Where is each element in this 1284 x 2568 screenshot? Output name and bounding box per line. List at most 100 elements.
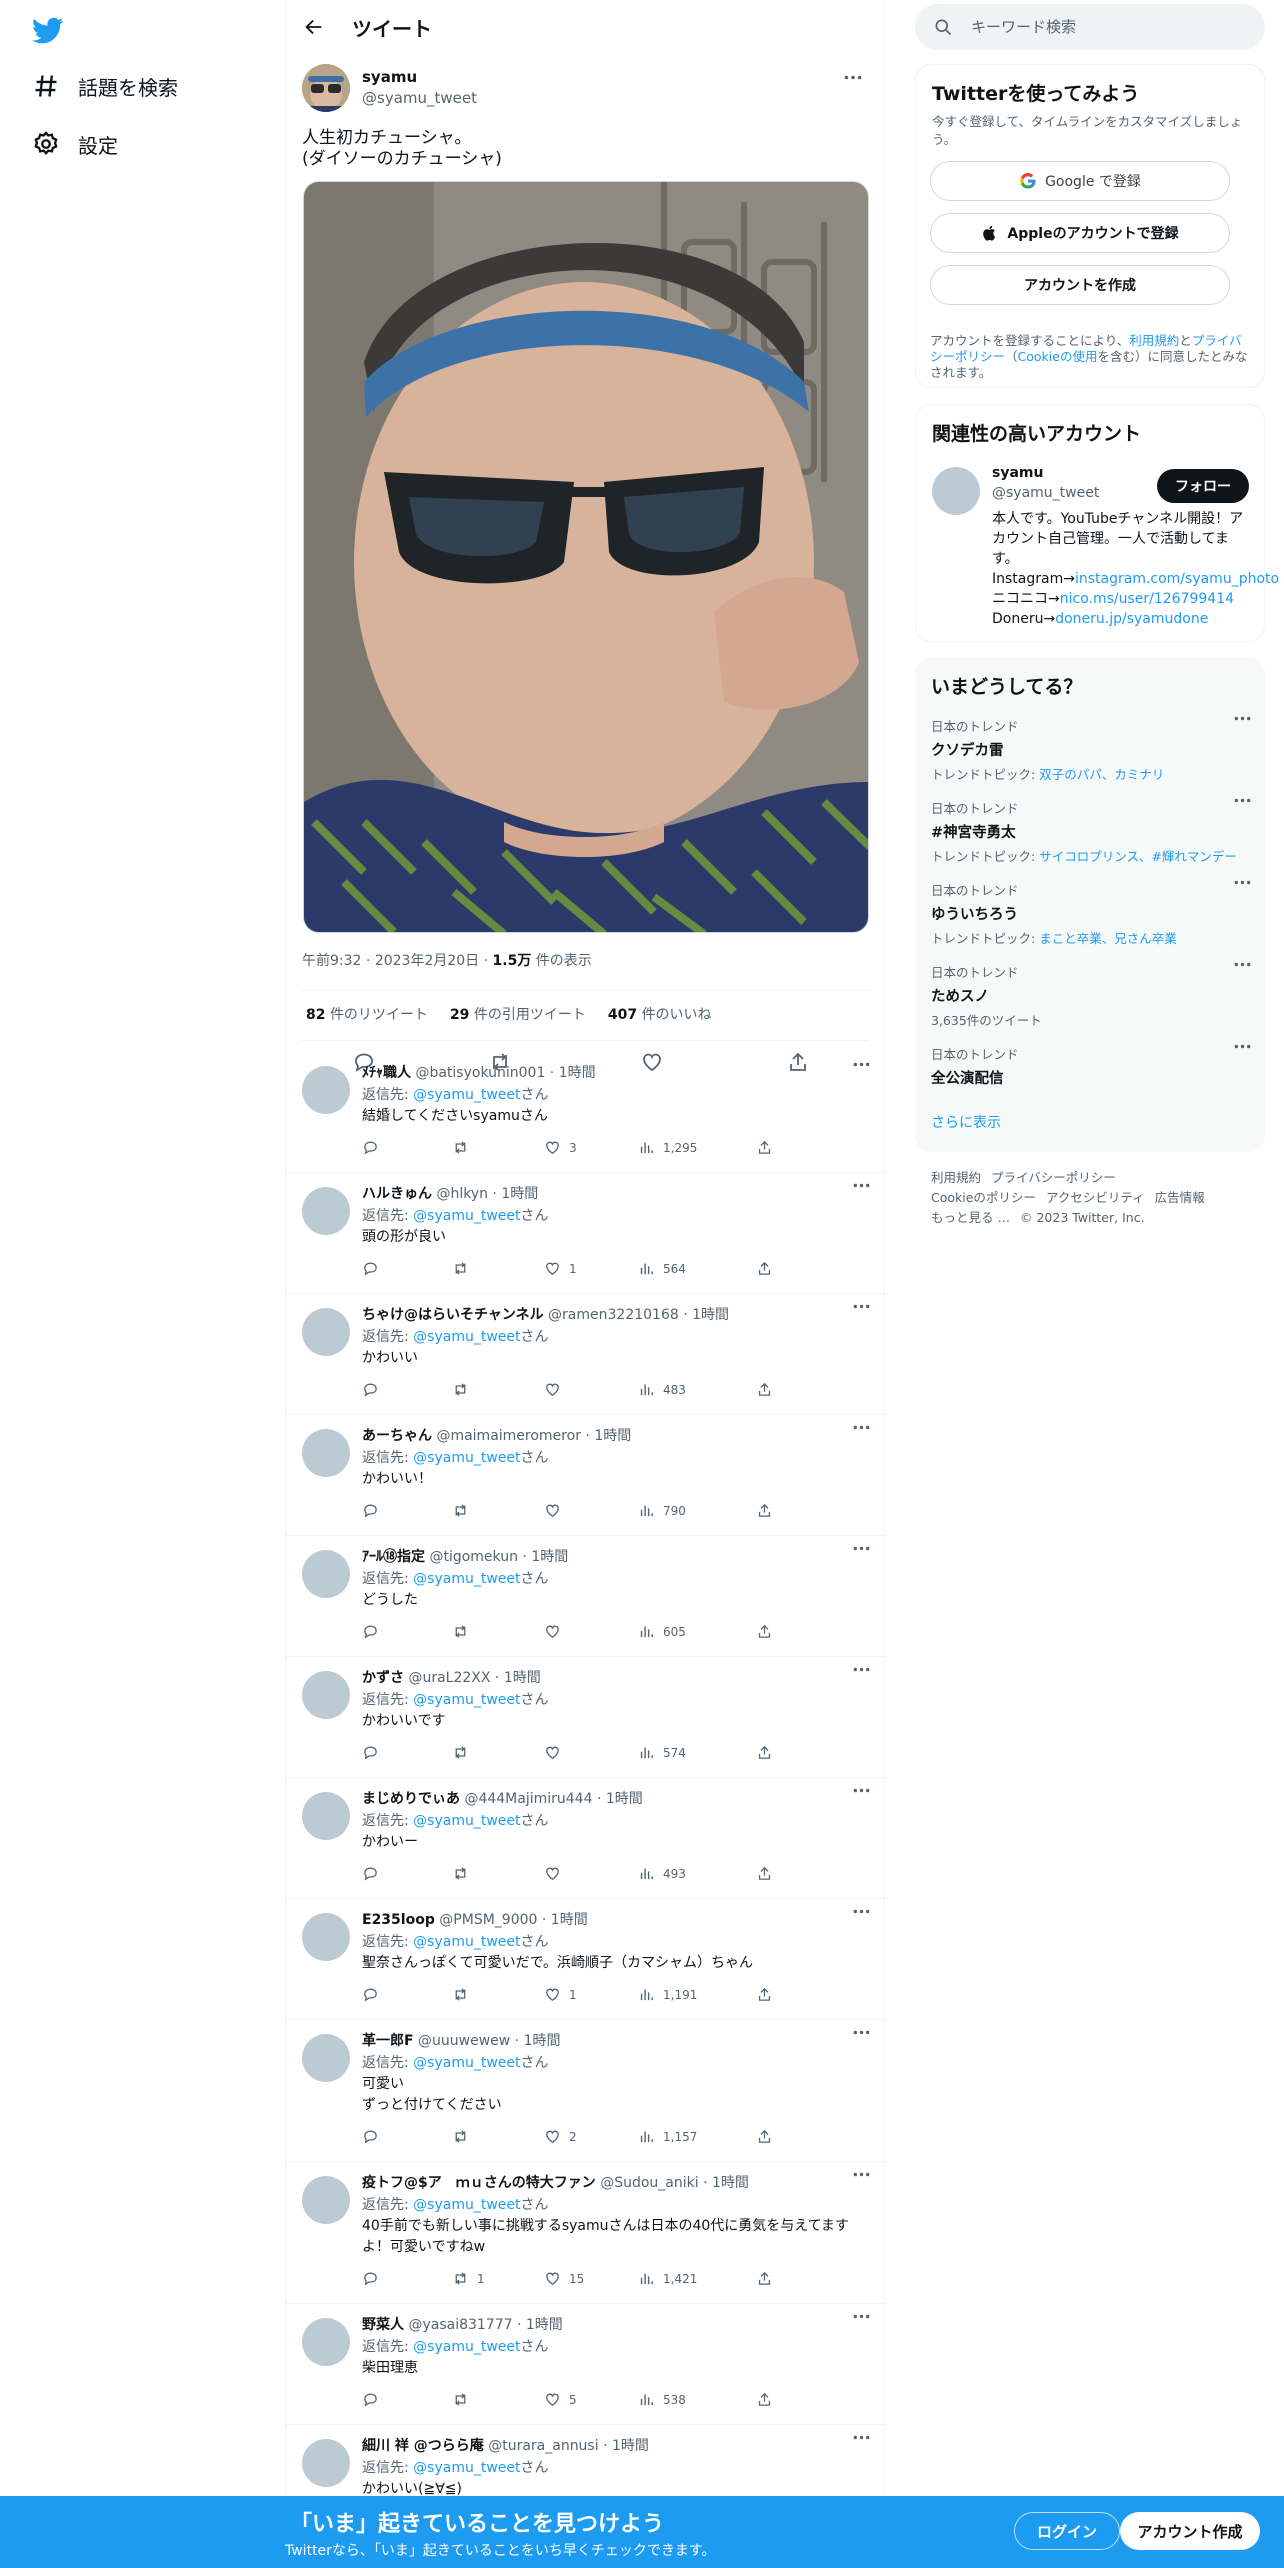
reply-time[interactable]: 1時間 bbox=[531, 1549, 568, 1565]
search-input[interactable] bbox=[971, 18, 1251, 36]
share-button[interactable] bbox=[756, 1986, 781, 2003]
reply-button[interactable] bbox=[362, 1623, 387, 1640]
reply-time[interactable]: 1時間 bbox=[551, 1912, 588, 1928]
bio-link-nico[interactable]: nico.ms/user/126799414 bbox=[1060, 591, 1234, 607]
nav-settings[interactable]: 設定 bbox=[32, 124, 118, 164]
trend-item[interactable]: 日本のトレンド 全公演配信 bbox=[931, 1044, 1251, 1088]
views-button[interactable]: 493 bbox=[638, 1865, 686, 1882]
retweet-button[interactable] bbox=[452, 1865, 477, 1882]
reply-author-handle[interactable]: @hlkyn bbox=[436, 1186, 488, 1202]
share-button[interactable] bbox=[756, 2270, 781, 2287]
more-options-icon[interactable] bbox=[853, 2030, 870, 2035]
reply-author-handle[interactable]: @uuuwewew bbox=[418, 2033, 510, 2049]
google-signup-button[interactable]: Google で登録 bbox=[930, 161, 1230, 201]
signup-button[interactable]: アカウント作成 bbox=[1120, 2512, 1260, 2550]
reply-button[interactable] bbox=[362, 1502, 387, 1519]
retweets-stat[interactable]: 82 件のリツイート bbox=[306, 1004, 428, 1024]
author-avatar[interactable] bbox=[302, 64, 350, 112]
reply-time[interactable]: 1時間 bbox=[504, 1670, 541, 1686]
reply-time[interactable]: 1時間 bbox=[692, 1307, 729, 1323]
avatar[interactable] bbox=[932, 467, 980, 515]
reply-item[interactable]: まじめりでぃあ @444Majimiru444 · 1時間 返信先: @syamu… bbox=[286, 1778, 886, 1899]
reply-author-handle[interactable]: @tigomekun bbox=[429, 1549, 518, 1565]
share-button[interactable] bbox=[756, 1744, 781, 1761]
views-button[interactable]: 574 bbox=[638, 1744, 686, 1761]
reply-to-link[interactable]: @syamu_tweet bbox=[413, 1692, 520, 1708]
reply-author-name[interactable]: ﾒﾁｬ職人 bbox=[362, 1065, 411, 1081]
reply-item[interactable]: かずさ @uraL22XX · 1時間 返信先: @syamu_tweetさん かわ… bbox=[286, 1657, 886, 1778]
reply-author-name[interactable]: E235loop bbox=[362, 1912, 435, 1928]
account-name[interactable]: syamu bbox=[992, 465, 1043, 481]
share-button[interactable] bbox=[756, 1502, 781, 1519]
avatar[interactable] bbox=[302, 1066, 350, 1114]
like-button[interactable] bbox=[544, 1502, 569, 1519]
like-button[interactable]: 1 bbox=[544, 1260, 577, 1277]
tweet-time[interactable]: 午前9:32 bbox=[302, 953, 361, 969]
reply-to-link[interactable]: @syamu_tweet bbox=[413, 1450, 520, 1466]
terms-link[interactable]: 利用規約 bbox=[1129, 333, 1179, 348]
retweet-button[interactable]: 1 bbox=[452, 2270, 485, 2287]
trend-item[interactable]: 日本のトレンド #神宮寺勇太 トレンドトピック: サイコロプリンス、#輝れマンデー bbox=[931, 798, 1251, 865]
trends-show-more-link[interactable]: さらに表示 bbox=[931, 1112, 1001, 1132]
more-options-icon[interactable] bbox=[853, 1788, 870, 1793]
avatar[interactable] bbox=[302, 1187, 350, 1235]
retweet-button[interactable] bbox=[452, 2128, 477, 2145]
retweet-button[interactable] bbox=[452, 2391, 477, 2408]
avatar[interactable] bbox=[302, 2318, 350, 2366]
reply-time[interactable]: 1時間 bbox=[524, 2033, 561, 2049]
reply-to-link[interactable]: @syamu_tweet bbox=[413, 2197, 520, 2213]
more-options-icon[interactable] bbox=[853, 1425, 870, 1430]
avatar[interactable] bbox=[302, 1792, 350, 1840]
footer-privacy[interactable]: プライバシーポリシー bbox=[991, 1170, 1116, 1185]
reply-author-handle[interactable]: @uraL22XX bbox=[408, 1670, 490, 1686]
reply-to-link[interactable]: @syamu_tweet bbox=[413, 1934, 520, 1950]
share-button[interactable] bbox=[756, 1381, 781, 1398]
reply-time[interactable]: 1時間 bbox=[712, 2175, 749, 2191]
views-button[interactable]: 790 bbox=[638, 1502, 686, 1519]
retweet-button[interactable] bbox=[452, 1260, 477, 1277]
more-options-icon[interactable] bbox=[853, 1062, 870, 1067]
reply-author-name[interactable]: かずさ bbox=[362, 1670, 404, 1686]
footer-cookie[interactable]: Cookieのポリシー bbox=[931, 1190, 1036, 1205]
more-options-icon[interactable] bbox=[1234, 962, 1251, 967]
more-options-icon[interactable] bbox=[1234, 880, 1251, 885]
reply-author-handle[interactable]: @Sudou_aniki bbox=[600, 2175, 698, 2191]
trend-item[interactable]: 日本のトレンド クソデカ雷 トレンドトピック: 双子のパパ、カミナリ bbox=[931, 716, 1251, 783]
views-button[interactable]: 1,295 bbox=[638, 1139, 697, 1156]
avatar[interactable] bbox=[302, 1913, 350, 1961]
more-options-icon[interactable] bbox=[1234, 1044, 1251, 1049]
reply-button[interactable] bbox=[362, 1865, 387, 1882]
author-name[interactable]: syamu bbox=[362, 68, 417, 86]
reply-author-handle[interactable]: @batisyokunin001 bbox=[415, 1065, 545, 1081]
reply-author-handle[interactable]: @maimaimeromeror bbox=[436, 1428, 581, 1444]
avatar[interactable] bbox=[302, 2034, 350, 2082]
retweet-button[interactable] bbox=[452, 1623, 477, 1640]
search-bar[interactable] bbox=[915, 4, 1265, 50]
more-options-icon[interactable] bbox=[853, 1909, 870, 1914]
more-options-icon[interactable] bbox=[853, 1667, 870, 1672]
share-button[interactable] bbox=[756, 1260, 781, 1277]
reply-author-name[interactable]: ハルきゅん bbox=[362, 1186, 432, 1202]
reply-time[interactable]: 1時間 bbox=[612, 2438, 649, 2454]
trend-topic-link[interactable]: サイコロプリンス、#輝れマンデー bbox=[1039, 849, 1237, 864]
avatar[interactable] bbox=[302, 1308, 350, 1356]
footer-more[interactable]: もっと見る … bbox=[931, 1210, 1010, 1225]
nav-explore[interactable]: 話題を検索 bbox=[32, 66, 178, 106]
reply-button[interactable] bbox=[362, 1139, 387, 1156]
more-options-icon[interactable] bbox=[853, 2435, 870, 2440]
avatar[interactable] bbox=[302, 1429, 350, 1477]
reply-time[interactable]: 1時間 bbox=[559, 1065, 596, 1081]
like-button[interactable]: 5 bbox=[544, 2391, 577, 2408]
more-options-icon[interactable] bbox=[853, 1304, 870, 1309]
share-button[interactable] bbox=[756, 1623, 781, 1640]
reply-item[interactable]: 野菜人 @yasai831777 · 1時間 返信先: @syamu_tweetさ… bbox=[286, 2304, 886, 2425]
reply-item[interactable]: あーちゃん @maimaimeromeror · 1時間 返信先: @syamu_… bbox=[286, 1415, 886, 1536]
retweet-button[interactable] bbox=[452, 1381, 477, 1398]
reply-author-handle[interactable]: @turara_annusi bbox=[488, 2438, 598, 2454]
more-options-icon[interactable] bbox=[842, 66, 864, 88]
reply-item[interactable]: E235loop @PMSM_9000 · 1時間 返信先: @syamu_twe… bbox=[286, 1899, 886, 2020]
trend-item[interactable]: 日本のトレンド ためスノ 3,635件のツイート bbox=[931, 962, 1251, 1029]
like-button[interactable] bbox=[544, 1744, 569, 1761]
avatar[interactable] bbox=[302, 2176, 350, 2224]
cookie-link[interactable]: Cookieの使用 bbox=[1018, 349, 1098, 364]
